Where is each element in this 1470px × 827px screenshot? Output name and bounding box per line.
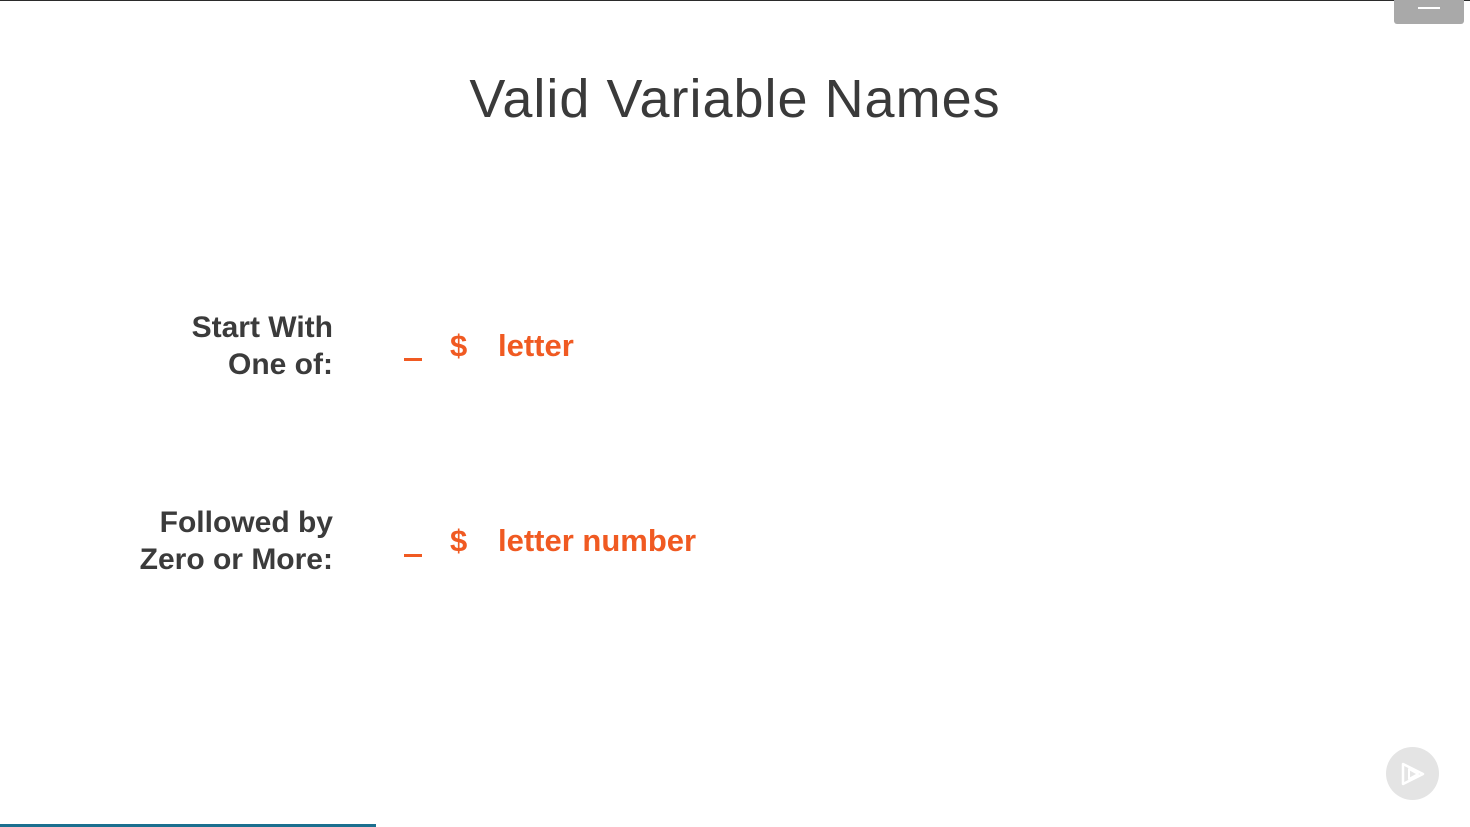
underscore-token-2 <box>404 554 422 557</box>
start-with-label-line1: Start With <box>191 311 333 344</box>
dollar-token: $ <box>450 328 468 363</box>
dollar-token-2: $ <box>450 523 468 558</box>
followed-by-label-line1: Followed by <box>159 506 333 539</box>
slide-title: Valid Variable Names <box>469 69 1001 129</box>
menu-icon <box>1418 7 1440 9</box>
player-control-button[interactable] <box>1386 747 1439 800</box>
top-divider <box>0 0 1470 1</box>
underscore-token <box>404 358 422 361</box>
start-with-label: Start With One of: <box>192 309 333 383</box>
followed-by-label-line2: Zero or More: <box>139 543 333 576</box>
menu-toggle-button[interactable] <box>1394 0 1464 24</box>
letter-token: letter <box>498 328 574 363</box>
start-with-label-line2: One of: <box>228 348 333 381</box>
slide-stage: Valid Variable Names Start With One of: … <box>0 0 1470 827</box>
play-icon <box>1401 762 1424 785</box>
letter-number-token: letter number <box>498 523 697 558</box>
followed-by-label: Followed by Zero or More: <box>140 504 333 578</box>
